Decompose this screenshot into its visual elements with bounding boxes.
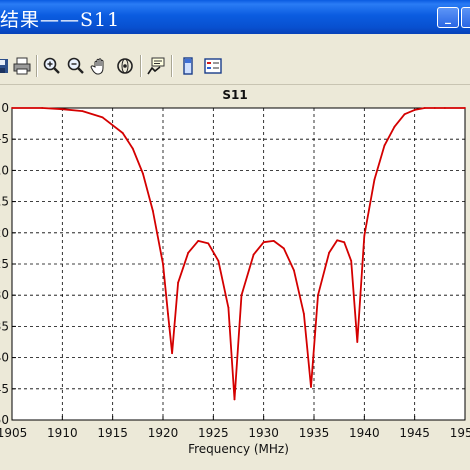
s11-data-point bbox=[443, 107, 446, 109]
x-tick-label: 1945 bbox=[399, 426, 430, 440]
s11-data-point bbox=[227, 306, 230, 309]
s11-data-point bbox=[413, 108, 416, 111]
s11-data-point bbox=[336, 239, 339, 242]
s11-data-point bbox=[131, 147, 134, 150]
s11-data-point bbox=[292, 269, 295, 272]
y-tick-label: -50 bbox=[0, 413, 9, 427]
s11-data-point bbox=[403, 113, 406, 116]
s11-data-point bbox=[433, 107, 436, 109]
s11-data-point bbox=[207, 242, 210, 245]
s11-data-point bbox=[233, 398, 236, 401]
s11-data-point bbox=[187, 251, 190, 254]
s11-data-point bbox=[217, 259, 220, 262]
s11-data-point bbox=[11, 107, 13, 109]
s11-data-point bbox=[41, 107, 44, 109]
x-tick-label: 1905 bbox=[0, 426, 27, 440]
s11-data-point bbox=[350, 259, 353, 262]
s11-data-point bbox=[356, 341, 359, 343]
s11-data-point bbox=[423, 107, 426, 109]
y-tick-label: -20 bbox=[0, 226, 9, 240]
s11-data-point bbox=[310, 386, 312, 388]
s11-data-point bbox=[171, 352, 173, 355]
s11-data-point bbox=[363, 235, 366, 237]
s11-data-point bbox=[81, 110, 84, 113]
s11-data-point bbox=[272, 240, 275, 242]
x-tick-label: 1935 bbox=[299, 426, 330, 440]
s11-data-point bbox=[464, 107, 466, 109]
s11-data-point bbox=[252, 253, 255, 256]
y-tick-label: -10 bbox=[0, 163, 9, 177]
s11-data-point bbox=[121, 132, 124, 134]
s11-data-point bbox=[152, 210, 154, 212]
s11-data-point bbox=[167, 313, 169, 315]
y-tick-label: -35 bbox=[0, 319, 9, 333]
s11-data-point bbox=[240, 294, 243, 297]
x-tick-label: 1950 bbox=[450, 426, 470, 440]
x-tick-label: 1930 bbox=[248, 426, 279, 440]
x-tick-label: 1915 bbox=[97, 426, 128, 440]
s11-data-point bbox=[162, 263, 164, 265]
s11-data-point bbox=[328, 251, 330, 254]
s11-data-point bbox=[61, 108, 64, 111]
y-tick-label: -5 bbox=[0, 132, 9, 146]
x-tick-label: 1940 bbox=[349, 426, 380, 440]
y-tick-label: -15 bbox=[0, 195, 9, 209]
s11-data-point bbox=[101, 116, 104, 119]
x-tick-label: 1920 bbox=[148, 426, 179, 440]
y-tick-label: -40 bbox=[0, 351, 9, 365]
y-tick-label: -25 bbox=[0, 257, 9, 271]
x-tick-label: 1925 bbox=[198, 426, 229, 440]
s11-data-point bbox=[141, 172, 144, 175]
s11-data-point bbox=[373, 178, 376, 181]
s11-data-point bbox=[282, 247, 285, 250]
s11-data-point bbox=[343, 241, 346, 244]
s11-data-point bbox=[393, 125, 396, 128]
y-tick-label: -45 bbox=[0, 382, 9, 396]
s11-data-point bbox=[177, 281, 180, 284]
x-axis-label: Frequency (MHz) bbox=[188, 442, 289, 456]
s11-data-point bbox=[317, 294, 319, 297]
x-tick-label: 1910 bbox=[47, 426, 78, 440]
y-tick-label: -30 bbox=[0, 288, 9, 302]
s11-data-point bbox=[383, 144, 386, 147]
s11-data-point bbox=[262, 241, 265, 244]
y-tick-label: 0 bbox=[1, 101, 9, 115]
s11-data-point bbox=[197, 240, 200, 242]
s11-data-point bbox=[303, 313, 305, 315]
s11-chart[interactable]: 1905 1910 1915 1920 1925 1930 1935 1940 1945 195 0… bbox=[0, 0, 470, 470]
